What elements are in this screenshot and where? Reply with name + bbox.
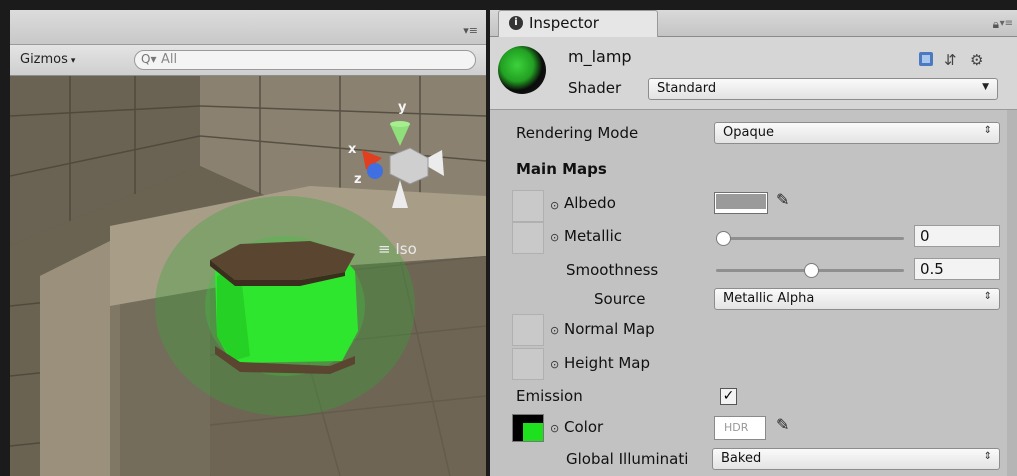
normal-map-texture-slot[interactable] [512,314,544,346]
source-dropdown[interactable]: Metallic Alpha ⇕ [714,288,1000,310]
metallic-label: Metallic [564,227,622,245]
panel-menu-icon[interactable]: ▾≡ [1000,18,1013,29]
chevron-down-icon: ▼ [982,82,989,92]
object-picker-icon[interactable]: ⊙ [550,358,559,371]
scrollbar[interactable] [1007,110,1017,476]
updown-arrow-icon: ⇕ [983,451,992,462]
global-illumination-value: Baked [721,451,762,466]
hdr-label: HDR [724,421,749,434]
inspector-tab-bar: i Inspector 🔒︎ ▾≡ [490,10,1017,37]
object-picker-icon[interactable]: ⊙ [550,324,559,337]
projection-label: Iso [395,240,417,258]
rendering-mode-dropdown[interactable]: Opaque ⇕ [714,122,1000,144]
object-picker-icon[interactable]: ⊙ [550,231,559,244]
emission-label: Emission [516,387,583,405]
axis-y-label: y [398,100,407,115]
shader-value: Standard [657,81,717,96]
albedo-color-fill [716,194,766,209]
albedo-texture-slot[interactable] [512,190,544,222]
source-label: Source [594,290,646,308]
panel-menu-icon[interactable]: ▾≡ [463,24,478,37]
source-value: Metallic Alpha [723,291,815,306]
axis-x-label: x [348,142,357,157]
inspector-panel: i Inspector 🔒︎ ▾≡ m_lamp ⇵ ⚙ Shader Stan… [490,10,1017,476]
eyedropper-icon[interactable]: ✎ [776,415,789,434]
inspector-tab-title: Inspector [529,14,599,32]
eyedropper-icon[interactable]: ✎ [776,190,789,209]
updown-arrow-icon: ⇕ [983,291,992,302]
editor-window: ▾≡ Gizmos ▾ Q▾ All y x z ≡ Iso i Inspect… [0,0,1017,476]
info-icon: i [509,16,523,30]
material-preview [498,46,546,94]
lock-icon[interactable]: 🔒︎ [993,17,999,32]
global-illumination-dropdown[interactable]: Baked ⇕ [712,448,1000,470]
search-placeholder: All [161,52,178,67]
emission-color-preview [523,423,543,441]
help-book-icon[interactable] [918,51,934,71]
metallic-texture-slot[interactable] [512,222,544,254]
scene-toolbar: Gizmos ▾ Q▾ All [10,45,486,76]
metallic-field[interactable]: 0 [914,225,1000,247]
scene-viewport[interactable]: y x z ≡ Iso [10,76,486,476]
smoothness-label: Smoothness [566,261,659,279]
metallic-slider-knob[interactable] [716,231,731,246]
smoothness-field[interactable]: 0.5 [914,258,1000,280]
axis-z-label: z [354,172,362,187]
tab-inspector[interactable]: i Inspector [498,10,658,37]
scene-panel: ▾≡ Gizmos ▾ Q▾ All y x z ≡ Iso [10,10,486,476]
updown-arrow-icon: ⇕ [983,125,992,136]
main-maps-heading: Main Maps [516,160,607,178]
albedo-label: Albedo [564,194,616,212]
normal-map-label: Normal Map [564,320,655,338]
gear-icon[interactable]: ⚙ [970,51,983,69]
hamburger-icon: ≡ [378,240,391,258]
projection-toggle[interactable]: ≡ Iso [378,240,417,258]
preset-icon[interactable]: ⇵ [944,51,957,69]
scene-search-input[interactable]: Q▾ All [134,50,476,70]
rendering-mode-label: Rendering Mode [516,124,639,142]
material-name: m_lamp [568,47,632,66]
metallic-value: 0 [920,227,930,245]
gizmos-label: Gizmos [20,52,68,67]
emission-color-label: Color [564,418,604,436]
emission-texture-slot[interactable] [512,414,544,442]
smoothness-slider-knob[interactable] [803,263,819,278]
shader-label: Shader [568,79,622,97]
material-header: m_lamp ⇵ ⚙ Shader Standard ▼ [490,37,1017,110]
albedo-color-swatch[interactable] [714,192,768,214]
scene-render [10,76,486,476]
height-map-texture-slot[interactable] [512,348,544,380]
rendering-mode-value: Opaque [723,125,774,140]
smoothness-value: 0.5 [920,260,944,278]
search-icon: Q▾ [141,52,157,66]
emission-checkbox[interactable]: ✓ [720,388,737,405]
height-map-label: Height Map [564,354,651,372]
chevron-down-icon: ▾ [70,56,76,66]
hdr-color-field[interactable]: HDR [714,416,766,440]
object-picker-icon[interactable]: ⊙ [550,199,559,212]
object-picker-icon[interactable]: ⊙ [550,422,559,435]
shader-dropdown[interactable]: Standard ▼ [648,78,998,100]
scene-tab-bar: ▾≡ [10,10,486,45]
metallic-slider-track[interactable] [716,237,904,240]
global-illumination-label: Global Illuminati [566,450,689,468]
gizmos-dropdown[interactable]: Gizmos ▾ [20,52,75,67]
